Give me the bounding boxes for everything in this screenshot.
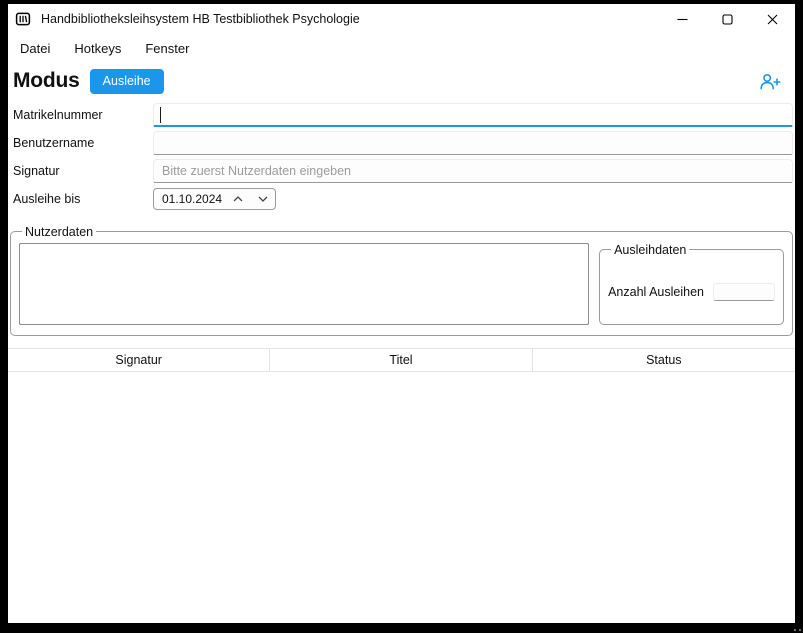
window-controls <box>660 4 795 34</box>
matrikelnummer-label: Matrikelnummer <box>13 108 153 122</box>
minimize-button[interactable] <box>660 4 705 34</box>
maximize-icon <box>722 14 733 25</box>
signatur-input[interactable] <box>153 159 793 183</box>
column-header-signatur[interactable]: Signatur <box>8 349 270 371</box>
matrikelnummer-input[interactable] <box>153 103 793 127</box>
minimize-icon <box>677 14 688 25</box>
nutzerdaten-content: Ausleihdaten Anzahl Ausleihen <box>19 243 784 325</box>
titlebar[interactable]: Handbibliotheksleihsystem HB Testbibliot… <box>8 4 795 34</box>
ausleihdaten-group: Ausleihdaten Anzahl Ausleihen <box>599 243 784 325</box>
ausleihe-bis-value: 01.10.2024 <box>154 192 225 206</box>
lending-form: Matrikelnummer Benutzername Signatur Aus… <box>8 101 795 213</box>
menu-item-datei[interactable]: Datei <box>8 36 62 61</box>
close-button[interactable] <box>750 4 795 34</box>
add-user-button[interactable] <box>757 71 783 92</box>
menubar: Datei Hotkeys Fenster <box>8 34 795 62</box>
ausleihe-mode-button[interactable]: Ausleihe <box>90 69 164 94</box>
nutzerdaten-textarea[interactable] <box>19 243 589 325</box>
text-caret <box>160 107 161 123</box>
column-header-status[interactable]: Status <box>533 349 795 371</box>
signatur-label: Signatur <box>13 164 153 178</box>
app-icon <box>15 11 31 27</box>
ausleihdaten-group-title: Ausleihdaten <box>611 243 689 257</box>
close-icon <box>767 14 778 25</box>
nutzerdaten-group-title: Nutzerdaten <box>22 225 96 239</box>
ausleihe-bis-date-picker[interactable]: 01.10.2024 <box>153 188 276 210</box>
menu-item-fenster[interactable]: Fenster <box>133 36 201 61</box>
chevron-down-icon <box>258 196 268 202</box>
anzahl-ausleihen-label: Anzahl Ausleihen <box>608 285 704 299</box>
matrikelnummer-row: Matrikelnummer <box>8 101 795 129</box>
maximize-button[interactable] <box>705 4 750 34</box>
resize-grip[interactable] <box>793 625 801 631</box>
window-title: Handbibliotheksleihsystem HB Testbibliot… <box>41 12 360 26</box>
loans-table-body <box>8 372 795 624</box>
date-increment-button[interactable] <box>225 189 250 209</box>
menu-item-hotkeys[interactable]: Hotkeys <box>62 36 133 61</box>
benutzername-label: Benutzername <box>13 136 153 150</box>
loans-table-header: Signatur Titel Status <box>8 348 795 372</box>
modus-heading: Modus <box>13 69 80 93</box>
column-header-titel[interactable]: Titel <box>270 349 532 371</box>
app-window: Handbibliotheksleihsystem HB Testbibliot… <box>8 4 795 623</box>
nutzerdaten-group: Nutzerdaten Ausleihdaten Anzahl Ausleihe… <box>10 225 793 336</box>
chevron-up-icon <box>233 196 243 202</box>
benutzername-input[interactable] <box>153 131 793 155</box>
ausleihe-bis-row: Ausleihe bis 01.10.2024 <box>8 185 795 213</box>
ausleihe-bis-label: Ausleihe bis <box>13 192 153 206</box>
anzahl-ausleihen-row: Anzahl Ausleihen <box>608 283 775 301</box>
person-add-icon <box>759 73 781 90</box>
anzahl-ausleihen-input[interactable] <box>713 283 775 301</box>
signatur-row: Signatur <box>8 157 795 185</box>
loans-table: Signatur Titel Status <box>8 348 795 624</box>
date-decrement-button[interactable] <box>250 189 275 209</box>
mode-row: Modus Ausleihe <box>8 62 795 101</box>
benutzername-row: Benutzername <box>8 129 795 157</box>
